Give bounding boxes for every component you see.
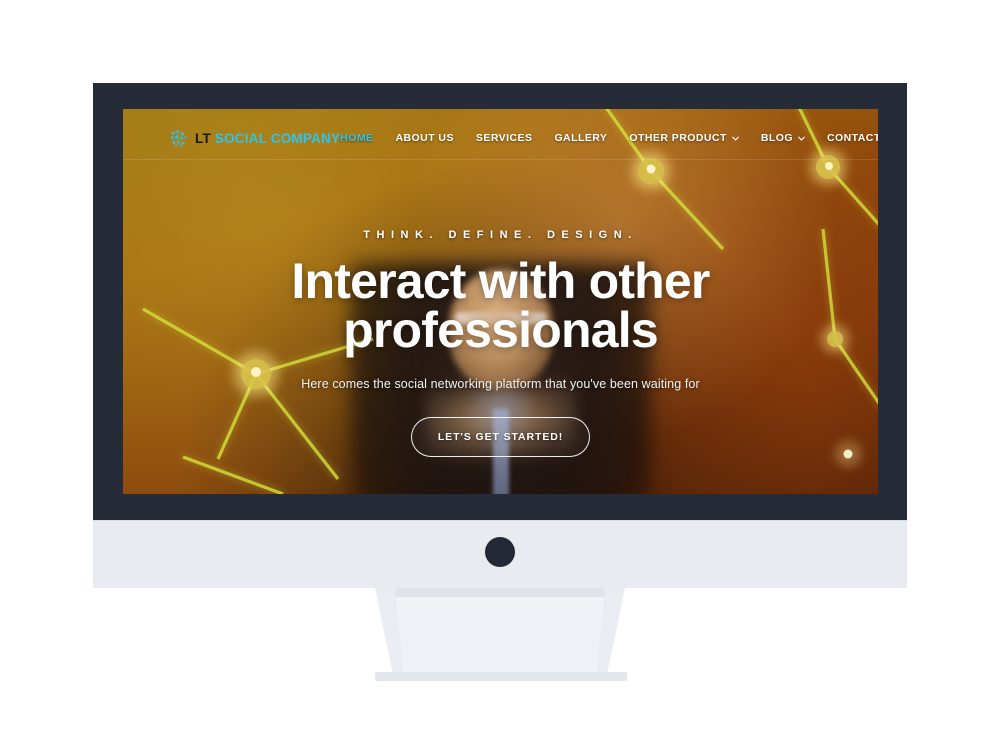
hero-title: Interact with other professionals: [163, 253, 838, 358]
brand-text: LT SOCIAL COMPANY: [195, 131, 340, 146]
nav-item-other-product[interactable]: OTHER PRODUCT: [629, 132, 739, 144]
monitor-stand-base: [375, 672, 627, 681]
monitor-stand-shade: [395, 588, 605, 597]
monitor-screen: LT SOCIAL COMPANY HOME ABOUT US SERVICES…: [123, 109, 878, 494]
nav-label: SERVICES: [475, 132, 533, 144]
brand-prefix: LT: [195, 130, 211, 146]
monitor-power-button[interactable]: [485, 537, 515, 567]
nav-label: BLOG: [760, 132, 793, 144]
hero-title-line-1: Interact with other: [291, 253, 710, 309]
site-navbar: LT SOCIAL COMPANY HOME ABOUT US SERVICES…: [123, 109, 878, 167]
nav-item-contact-us[interactable]: CONTACT US: [827, 132, 878, 144]
monitor-stand-neck-inner: [395, 588, 605, 672]
nav-item-blog[interactable]: BLOG: [761, 132, 805, 144]
nav-label: OTHER PRODUCT: [629, 132, 727, 144]
chevron-down-icon: [731, 136, 739, 141]
nav-label: ABOUT US: [395, 132, 454, 144]
hero-subtitle: Here comes the social networking platfor…: [301, 377, 700, 391]
hero-title-line-2: professionals: [343, 302, 659, 358]
nav-item-services[interactable]: SERVICES: [476, 132, 533, 144]
nav-item-gallery[interactable]: GALLERY: [554, 132, 607, 144]
brand-name: SOCIAL COMPANY: [214, 130, 341, 146]
nav-label: GALLERY: [554, 132, 608, 144]
network-nodes-icon: [170, 129, 187, 147]
nav-item-home[interactable]: HOME: [340, 132, 373, 144]
site-logo[interactable]: LT SOCIAL COMPANY: [169, 129, 340, 148]
nav-label: CONTACT US: [826, 132, 878, 144]
nav-item-about-us[interactable]: ABOUT US: [395, 132, 453, 144]
get-started-button[interactable]: LET'S GET STARTED!: [410, 417, 591, 457]
nav-label: HOME: [340, 132, 374, 144]
chevron-down-icon: [798, 136, 805, 141]
hero-section: THINK. DEFINE. DESIGN. Interact with oth…: [123, 229, 878, 457]
page-root: LT SOCIAL COMPANY HOME ABOUT US SERVICES…: [0, 0, 1000, 750]
hero-eyebrow: THINK. DEFINE. DESIGN.: [363, 229, 638, 241]
nav-links: HOME ABOUT US SERVICES GALLERY OTHER PRO…: [340, 132, 878, 144]
